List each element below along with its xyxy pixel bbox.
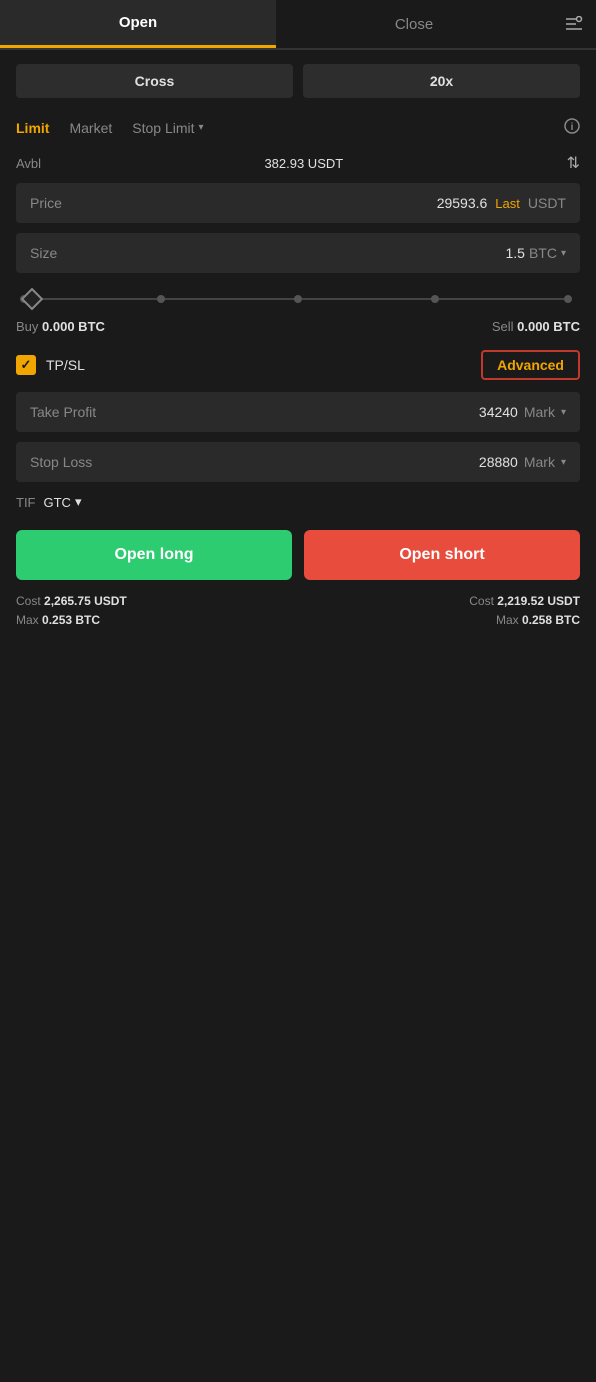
available-row: Avbl 382.93 USDT ⇅ xyxy=(16,153,580,173)
short-max-value: 0.258 BTC xyxy=(522,613,580,627)
slider-pip-25 xyxy=(157,295,165,303)
price-tag: Last xyxy=(495,196,520,211)
stop-loss-label: Stop Loss xyxy=(30,454,92,470)
short-cost-value: 2,219.52 USDT xyxy=(497,594,580,608)
size-field[interactable]: Size 1.5 BTC ▾ xyxy=(16,233,580,273)
take-profit-chevron-icon[interactable]: ▾ xyxy=(561,407,566,418)
size-value: 1.5 xyxy=(506,245,525,261)
advanced-button[interactable]: Advanced xyxy=(481,350,580,380)
avbl-value: 382.93 USDT xyxy=(264,156,343,171)
tif-value: GTC xyxy=(44,495,71,510)
tpsl-left: ✓ TP/SL xyxy=(16,355,85,375)
transfer-icon[interactable]: ⇅ xyxy=(567,153,580,173)
open-long-button[interactable]: Open long xyxy=(16,530,292,580)
order-type-row: Limit Market Stop Limit ▾ i xyxy=(16,118,580,137)
size-value-group: 1.5 BTC ▾ xyxy=(506,245,567,261)
long-max: Max 0.253 BTC xyxy=(16,613,100,627)
price-unit: USDT xyxy=(528,195,566,211)
long-cost-value: 2,265.75 USDT xyxy=(44,594,127,608)
stop-loss-mark: Mark xyxy=(524,454,555,470)
tpsl-label: TP/SL xyxy=(46,357,85,373)
chevron-down-icon: ▾ xyxy=(199,122,204,133)
long-max-value: 0.253 BTC xyxy=(42,613,100,627)
take-profit-value: 34240 xyxy=(479,404,518,420)
margin-row: Cross 20x xyxy=(16,64,580,98)
size-chevron-icon[interactable]: ▾ xyxy=(561,248,566,259)
slider-pip-100 xyxy=(564,295,572,303)
stop-loss-chevron-icon[interactable]: ▾ xyxy=(561,457,566,468)
open-short-button[interactable]: Open short xyxy=(304,530,580,580)
avbl-label: Avbl xyxy=(16,156,41,171)
slider-handle[interactable] xyxy=(21,288,44,311)
tif-label: TIF xyxy=(16,495,36,510)
svg-text:i: i xyxy=(571,122,574,133)
buy-label: Buy 0.000 BTC xyxy=(16,319,105,334)
sell-label: Sell 0.000 BTC xyxy=(492,319,580,334)
buy-sell-row: Buy 0.000 BTC Sell 0.000 BTC xyxy=(16,319,580,334)
size-label: Size xyxy=(30,245,57,261)
tif-value-group[interactable]: GTC ▾ xyxy=(44,494,82,510)
price-label: Price xyxy=(30,195,62,211)
tab-open[interactable]: Open xyxy=(0,0,276,48)
price-field[interactable]: Price 29593.6 Last USDT xyxy=(16,183,580,223)
stop-loss-value-group: 28880 Mark ▾ xyxy=(479,454,566,470)
cross-button[interactable]: Cross xyxy=(16,64,293,98)
tif-row: TIF GTC ▾ xyxy=(16,494,580,510)
buy-value: 0.000 BTC xyxy=(42,319,105,334)
tpsl-row: ✓ TP/SL Advanced xyxy=(16,350,580,380)
main-content: Cross 20x Limit Market Stop Limit ▾ i Av… xyxy=(0,50,596,641)
size-unit: BTC xyxy=(529,245,557,261)
stop-limit-label: Stop Limit xyxy=(132,120,194,136)
tif-chevron-icon: ▾ xyxy=(75,494,82,510)
take-profit-mark: Mark xyxy=(524,404,555,420)
take-profit-label: Take Profit xyxy=(30,404,96,420)
tabs-row: Open Close xyxy=(0,0,596,50)
tpsl-checkbox[interactable]: ✓ xyxy=(16,355,36,375)
order-type-limit[interactable]: Limit xyxy=(16,120,49,136)
leverage-button[interactable]: 20x xyxy=(303,64,580,98)
long-cost: Cost 2,265.75 USDT xyxy=(16,594,127,608)
order-type-market[interactable]: Market xyxy=(69,120,112,136)
cost-row: Cost 2,265.75 USDT Cost 2,219.52 USDT xyxy=(16,594,580,608)
slider-container[interactable] xyxy=(16,289,580,309)
price-value: 29593.6 xyxy=(437,195,488,211)
checkbox-check-icon: ✓ xyxy=(21,357,32,373)
slider-pip-50 xyxy=(294,295,302,303)
stop-loss-field[interactable]: Stop Loss 28880 Mark ▾ xyxy=(16,442,580,482)
slider-pip-75 xyxy=(431,295,439,303)
order-type-stop-limit[interactable]: Stop Limit ▾ xyxy=(132,120,203,136)
take-profit-value-group: 34240 Mark ▾ xyxy=(479,404,566,420)
action-buttons: Open long Open short xyxy=(16,530,580,580)
short-max: Max 0.258 BTC xyxy=(496,613,580,627)
take-profit-field[interactable]: Take Profit 34240 Mark ▾ xyxy=(16,392,580,432)
sell-value: 0.000 BTC xyxy=(517,319,580,334)
info-icon[interactable]: i xyxy=(564,118,580,137)
settings-icon[interactable] xyxy=(552,16,596,32)
max-row: Max 0.253 BTC Max 0.258 BTC xyxy=(16,613,580,627)
short-cost: Cost 2,219.52 USDT xyxy=(469,594,580,608)
tab-close[interactable]: Close xyxy=(276,2,552,47)
price-value-group: 29593.6 Last USDT xyxy=(437,195,566,211)
stop-loss-value: 28880 xyxy=(479,454,518,470)
